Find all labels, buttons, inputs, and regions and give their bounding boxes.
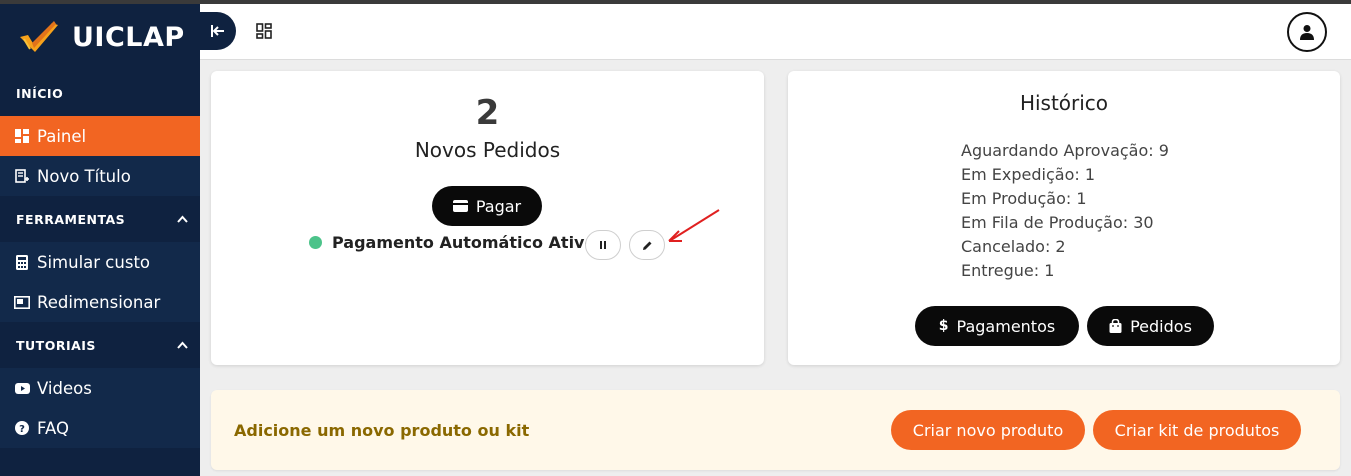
dashboard-icon (14, 128, 30, 144)
history-title: Histórico (1019, 91, 1109, 115)
chevron-up-icon (177, 212, 188, 226)
section-title: INÍCIO (16, 85, 64, 101)
edit-auto-payment-button[interactable] (629, 230, 665, 260)
section-inicio: INÍCIO (0, 70, 200, 116)
history-entry: Entregue: 1 (961, 261, 1055, 280)
top-border (0, 0, 1351, 4)
collapse-arrow-icon (211, 25, 224, 37)
sidebar-item-label: Simular custo (37, 252, 151, 272)
chevron-up-icon (177, 338, 188, 352)
new-orders-card: 2 Novos Pedidos Pagar Pagamento Automáti… (211, 71, 764, 365)
sidebar-item-simular-custo[interactable]: Simular custo (0, 242, 200, 282)
calculator-icon (14, 254, 30, 270)
history-list: Aguardando Aprovação: 9 Em Expedição: 1 … (961, 139, 1169, 283)
history-entry: Em Produção: 1 (961, 189, 1087, 208)
new-orders-count: 2 (475, 93, 500, 133)
history-entry: Em Fila de Produção: 30 (961, 213, 1154, 232)
youtube-icon (14, 380, 30, 396)
user-menu-button[interactable] (1287, 12, 1327, 52)
banner-text: Adicione um novo produto ou kit (234, 421, 530, 440)
grid-button[interactable] (256, 23, 272, 39)
top-bar (200, 4, 1351, 60)
sidebar-item-redimensionar[interactable]: Redimensionar (0, 282, 200, 322)
svg-text:?: ? (19, 424, 25, 435)
sidebar-item-label: Painel (37, 126, 87, 146)
card-icon (452, 200, 468, 212)
sidebar-item-faq[interactable]: ? FAQ (0, 408, 200, 448)
sidebar-item-novo-titulo[interactable]: Novo Título (0, 156, 200, 196)
grid-icon (256, 23, 272, 39)
sidebar-item-videos[interactable]: Videos (0, 368, 200, 408)
payments-button-label: Pagamentos (956, 316, 1056, 336)
section-title: TUTORIAIS (16, 337, 96, 353)
bag-icon (1109, 319, 1122, 333)
pay-button-label: Pagar (475, 196, 522, 216)
sidebar-item-label: Videos (37, 378, 92, 398)
pause-icon (600, 241, 606, 249)
new-orders-title: Novos Pedidos (414, 138, 561, 162)
resize-icon (14, 294, 30, 310)
user-icon (1300, 25, 1314, 40)
auto-payment-status: Pagamento Automático Ativo (309, 233, 595, 252)
pay-button[interactable]: Pagar (432, 186, 542, 226)
section-title: FERRAMENTAS (16, 211, 126, 227)
history-entry: Cancelado: 2 (961, 237, 1066, 256)
sidebar-item-label: Redimensionar (37, 292, 161, 312)
pause-auto-payment-button[interactable] (585, 230, 621, 260)
orders-button-label: Pedidos (1130, 316, 1192, 336)
collapse-sidebar-button[interactable] (200, 12, 236, 50)
pencil-icon (642, 241, 651, 250)
sidebar-item-painel[interactable]: Painel (0, 116, 200, 156)
sidebar-item-label: FAQ (37, 418, 69, 438)
history-entry: Em Expedição: 1 (961, 165, 1096, 184)
help-icon: ? (14, 420, 30, 436)
logo-check-icon (20, 21, 58, 52)
section-ferramentas[interactable]: FERRAMENTAS (0, 196, 200, 242)
create-product-button[interactable]: Criar novo produto (891, 410, 1085, 450)
sidebar-item-label: Novo Título (37, 166, 131, 186)
section-tutoriais[interactable]: TUTORIAIS (0, 322, 200, 368)
sidebar: UICLAP INÍCIO Painel Novo Título FERRAME… (0, 4, 200, 476)
create-kit-button[interactable]: Criar kit de produtos (1093, 410, 1301, 450)
orders-button[interactable]: Pedidos (1087, 306, 1214, 346)
auto-payment-status-text: Pagamento Automático Ativo (332, 233, 596, 252)
annotation-arrow-icon (668, 209, 720, 242)
brand-name: UICLAP (72, 21, 185, 53)
payments-button[interactable]: $ Pagamentos (915, 306, 1079, 346)
add-product-banner: Adicione um novo produto ou kit Criar no… (211, 390, 1340, 470)
dollar-icon: $ (938, 318, 949, 334)
status-dot (309, 236, 322, 249)
new-title-icon (14, 168, 30, 184)
history-entry: Aguardando Aprovação: 9 (961, 141, 1169, 160)
history-card: Histórico Aguardando Aprovação: 9 Em Exp… (788, 71, 1340, 365)
logo[interactable]: UICLAP (0, 4, 200, 70)
